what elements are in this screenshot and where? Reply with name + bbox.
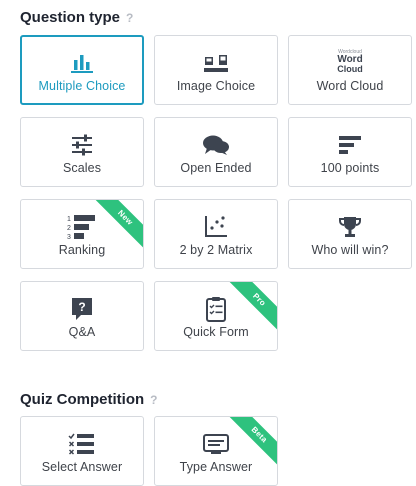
tile-label: Q&A xyxy=(68,325,96,339)
word-cloud-icon: Wordcloud Word Cloud xyxy=(289,47,411,77)
tile-label: Word Cloud xyxy=(316,79,384,93)
tile-who-will-win[interactable]: Who will win? xyxy=(288,199,412,269)
quiz-competition-heading: Quiz Competition ? xyxy=(20,391,158,408)
svg-text:2: 2 xyxy=(67,225,71,232)
tile-scales[interactable]: Scales xyxy=(20,117,144,187)
svg-text:?: ? xyxy=(78,300,85,314)
question-type-help-icon[interactable]: ? xyxy=(126,11,133,25)
question-type-heading: Question type ? xyxy=(20,9,133,26)
tile-label: Ranking xyxy=(58,243,106,257)
check-list-icon xyxy=(21,431,143,457)
tile-label: 100 points xyxy=(320,161,380,175)
tile-label: Quick Form xyxy=(183,325,249,339)
tile-multiple-choice[interactable]: Multiple Choice xyxy=(20,35,144,105)
tile-label: Scales xyxy=(62,161,102,175)
tile-ranking[interactable]: 1 2 3 Ranking New xyxy=(20,199,144,269)
tile-2-by-2-matrix[interactable]: 2 by 2 Matrix xyxy=(154,199,278,269)
trophy-icon xyxy=(289,214,411,240)
tile-quick-form[interactable]: Quick Form Pro xyxy=(154,281,278,351)
quiz-competition-title: Quiz Competition xyxy=(20,391,145,408)
tile-open-ended[interactable]: Open Ended xyxy=(154,117,278,187)
question-bubble-icon: ? xyxy=(21,296,143,322)
tile-label: Open Ended xyxy=(180,161,252,175)
tile-image-choice[interactable]: Image Choice xyxy=(154,35,278,105)
chat-bubbles-icon xyxy=(155,132,277,158)
svg-text:3: 3 xyxy=(67,234,71,240)
tile-select-answer[interactable]: Select Answer xyxy=(20,416,144,486)
tile-label: Multiple Choice xyxy=(38,79,126,93)
tile-label: Select Answer xyxy=(41,460,123,474)
image-choice-icon xyxy=(155,50,277,76)
sliders-icon xyxy=(21,132,143,158)
word-cloud-mid-text: Cloud xyxy=(337,64,363,74)
tile-label: Type Answer xyxy=(179,460,253,474)
tile-label: Image Choice xyxy=(176,79,256,93)
quiz-competition-help-icon[interactable]: ? xyxy=(150,393,157,407)
matrix-icon xyxy=(155,214,277,240)
tile-label: Who will win? xyxy=(311,243,389,257)
bar-chart-icon xyxy=(22,50,142,76)
question-type-title: Question type xyxy=(20,9,121,26)
tile-q-and-a[interactable]: ? Q&A xyxy=(20,281,144,351)
tile-word-cloud[interactable]: Wordcloud Word Cloud Word Cloud xyxy=(288,35,412,105)
tile-type-answer[interactable]: Type Answer Beta xyxy=(154,416,278,486)
tile-100-points[interactable]: 100 points xyxy=(288,117,412,187)
horizontal-bars-icon xyxy=(289,132,411,158)
svg-text:1: 1 xyxy=(67,216,71,223)
tile-label: 2 by 2 Matrix xyxy=(179,243,253,257)
